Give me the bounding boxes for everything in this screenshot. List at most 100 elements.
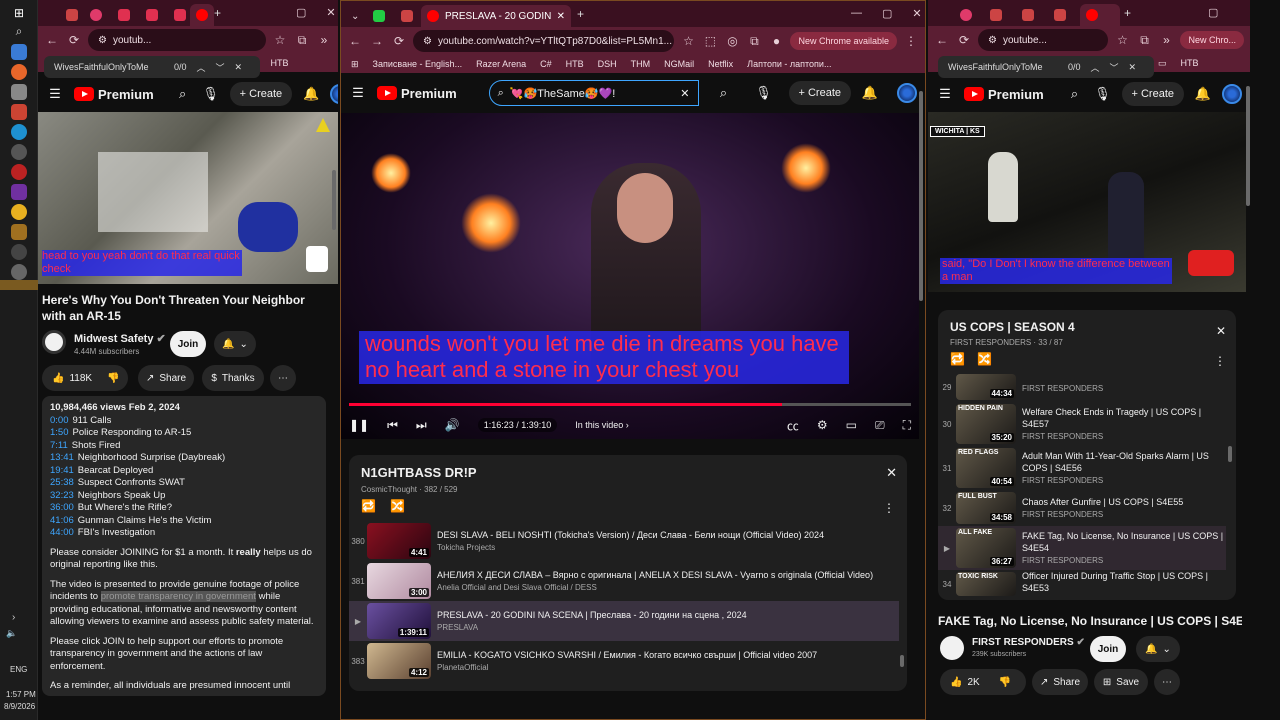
thanks-button[interactable]: $ Thanks	[202, 365, 264, 391]
mic-icon[interactable]: 🎙	[1094, 85, 1112, 103]
bookmark-item[interactable]: Записване - English...	[373, 59, 463, 69]
channel-name[interactable]: FIRST RESPONDERS ✔	[972, 637, 1085, 648]
reload-icon[interactable]: ⟳	[391, 33, 407, 49]
bell-icon[interactable]: 🔔	[861, 84, 879, 102]
hamburger-icon[interactable]: ☰	[46, 85, 64, 103]
pause-icon[interactable]: ❚❚	[349, 418, 369, 432]
chapter-timestamp[interactable]: 44:00	[50, 527, 74, 538]
opera-icon[interactable]	[11, 164, 27, 180]
bookmark-item[interactable]: DSH	[598, 59, 617, 69]
chapter-timestamp[interactable]: 13:41	[50, 452, 74, 463]
minimize-icon[interactable]: —	[851, 7, 862, 20]
new-tab-icon[interactable]: +	[1124, 6, 1131, 20]
app-icon[interactable]	[11, 104, 27, 120]
chapter-timestamp[interactable]: 7:11	[50, 440, 68, 451]
menu-icon[interactable]: ⋮	[903, 33, 919, 49]
find-input[interactable]: WivesFaithfulOnlyToMe	[54, 62, 164, 72]
tab[interactable]	[1016, 4, 1040, 26]
bookmark-item[interactable]: THM	[631, 59, 651, 69]
notification-bell-button[interactable]: 🔔 ⌄	[214, 331, 256, 357]
bookmark-item[interactable]: Лаптопи - лаптопи...	[747, 59, 831, 69]
create-button[interactable]: + Create	[1121, 82, 1184, 106]
more-chevron-icon[interactable]: »	[316, 32, 332, 48]
miniplayer-icon[interactable]: ▭	[846, 418, 857, 432]
scrollbar[interactable]	[1246, 86, 1250, 206]
more-chevron-icon[interactable]: »	[1158, 32, 1174, 48]
bookmark-star-icon[interactable]: ☆	[272, 32, 288, 48]
find-input[interactable]: WivesFaithfulOnlyToMe	[948, 62, 1058, 72]
maximize-icon[interactable]: ▢	[1208, 6, 1218, 19]
tab[interactable]	[112, 4, 136, 26]
bookmark-item[interactable]: HTB	[566, 59, 584, 69]
bookmark-item[interactable]: Netflix	[708, 59, 733, 69]
search-icon[interactable]: ⌕	[11, 24, 27, 40]
thumbs-down-icon[interactable]: 👎	[999, 677, 1011, 688]
firefox-icon[interactable]	[11, 64, 27, 80]
tab[interactable]	[84, 4, 108, 26]
tab[interactable]	[1048, 4, 1072, 26]
onenote-icon[interactable]	[11, 184, 27, 200]
scrollbar[interactable]	[900, 655, 904, 667]
avatar[interactable]	[330, 84, 338, 104]
extension-icon[interactable]: ⬚	[702, 33, 718, 49]
bookmark-item[interactable]: Razer Arena	[476, 59, 526, 69]
volume-icon[interactable]: 🔈	[6, 628, 17, 639]
bell-icon[interactable]: 🔔	[1194, 85, 1212, 103]
playlist-item[interactable]: 30 HIDDEN PAIN 35:20 Welfare Check Ends in …	[938, 402, 1226, 446]
next-icon[interactable]: ⏭	[416, 418, 427, 433]
join-button[interactable]: Join	[1090, 636, 1126, 662]
start-icon[interactable]: ⊞	[11, 6, 27, 22]
chapter-timestamp[interactable]: 36:00	[50, 502, 74, 513]
hamburger-icon[interactable]: ☰	[936, 85, 954, 103]
profile-icon[interactable]: ●	[768, 33, 784, 49]
share-button[interactable]: ↗ Share	[138, 365, 194, 391]
extensions-icon[interactable]: ⧉	[294, 32, 310, 48]
find-next-icon[interactable]: ﹀	[1110, 61, 1119, 74]
share-button[interactable]: ↗ Share	[1032, 669, 1088, 695]
playlist-item[interactable]: 31 RED FLAGS 40:54 Adult Man With 11-Year-O…	[938, 446, 1226, 490]
bell-icon[interactable]: 🔔	[302, 85, 320, 103]
app-icon[interactable]	[11, 144, 27, 160]
search-icon[interactable]: ⌕	[1066, 85, 1084, 103]
tab-active[interactable]	[1080, 4, 1120, 26]
find-prev-icon[interactable]: ︿	[197, 61, 206, 74]
avatar[interactable]	[1222, 84, 1242, 104]
new-tab-icon[interactable]: +	[577, 7, 584, 21]
playlist-item[interactable]: ▶ ALL FAKE 36:27 FAKE Tag, No License, No I…	[938, 526, 1226, 570]
youtube-logo[interactable]: Premium	[964, 87, 1044, 102]
tab[interactable]	[367, 5, 391, 27]
more-actions-button[interactable]: ⋯	[1154, 669, 1180, 695]
close-icon[interactable]: ✕	[912, 7, 921, 20]
app-icon[interactable]	[11, 264, 27, 280]
create-button[interactable]: + Create	[788, 81, 851, 105]
find-close-icon[interactable]: ✕	[1129, 62, 1137, 73]
maximize-icon[interactable]: ▢	[882, 7, 892, 20]
extension-icon[interactable]: ◎	[724, 33, 740, 49]
reload-icon[interactable]: ⟳	[66, 32, 82, 48]
volume-icon[interactable]: 🔊	[445, 418, 460, 432]
video-player[interactable]: WICHITA | KS said, "Do I Don't I know th…	[928, 112, 1246, 292]
fullscreen-icon[interactable]: ⛶	[903, 418, 911, 433]
chrome-update-button[interactable]: New Chro...	[1180, 31, 1244, 49]
previous-icon[interactable]: ⏮	[387, 418, 398, 433]
playlist-item[interactable]: 383 4:12 EMILIA - KOGATO VSICHKO SVARSHI /…	[349, 641, 899, 681]
gear-icon[interactable]	[11, 244, 27, 260]
playlist-item[interactable]: 34 TOXIC RISK Officer Injured During Traff…	[938, 570, 1226, 598]
tab[interactable]	[954, 4, 978, 26]
join-button[interactable]: Join	[170, 331, 206, 357]
search-submit-icon[interactable]: ⌕	[715, 84, 733, 102]
app-icon[interactable]	[11, 224, 27, 240]
scrollbar[interactable]	[919, 91, 923, 301]
new-tab-icon[interactable]: +	[214, 6, 221, 20]
chapter-timestamp[interactable]: 19:41	[50, 465, 74, 476]
thumbs-up-icon[interactable]: 👍	[950, 677, 962, 688]
captions-icon[interactable]: ㏄	[787, 417, 799, 434]
video-player[interactable]: head to you yeah don't do that real quic…	[38, 112, 338, 284]
more-vert-icon[interactable]: ⋮	[1214, 354, 1226, 368]
playlist-item[interactable]: 32 FULL BUST 34:58 Chaos After Gunfire | US…	[938, 490, 1226, 526]
tab[interactable]	[168, 4, 192, 26]
create-button[interactable]: + Create	[229, 82, 293, 106]
reload-icon[interactable]: ⟳	[956, 32, 972, 48]
apps-grid-icon[interactable]: ⊞	[351, 59, 359, 70]
back-icon[interactable]: ←	[44, 32, 60, 48]
